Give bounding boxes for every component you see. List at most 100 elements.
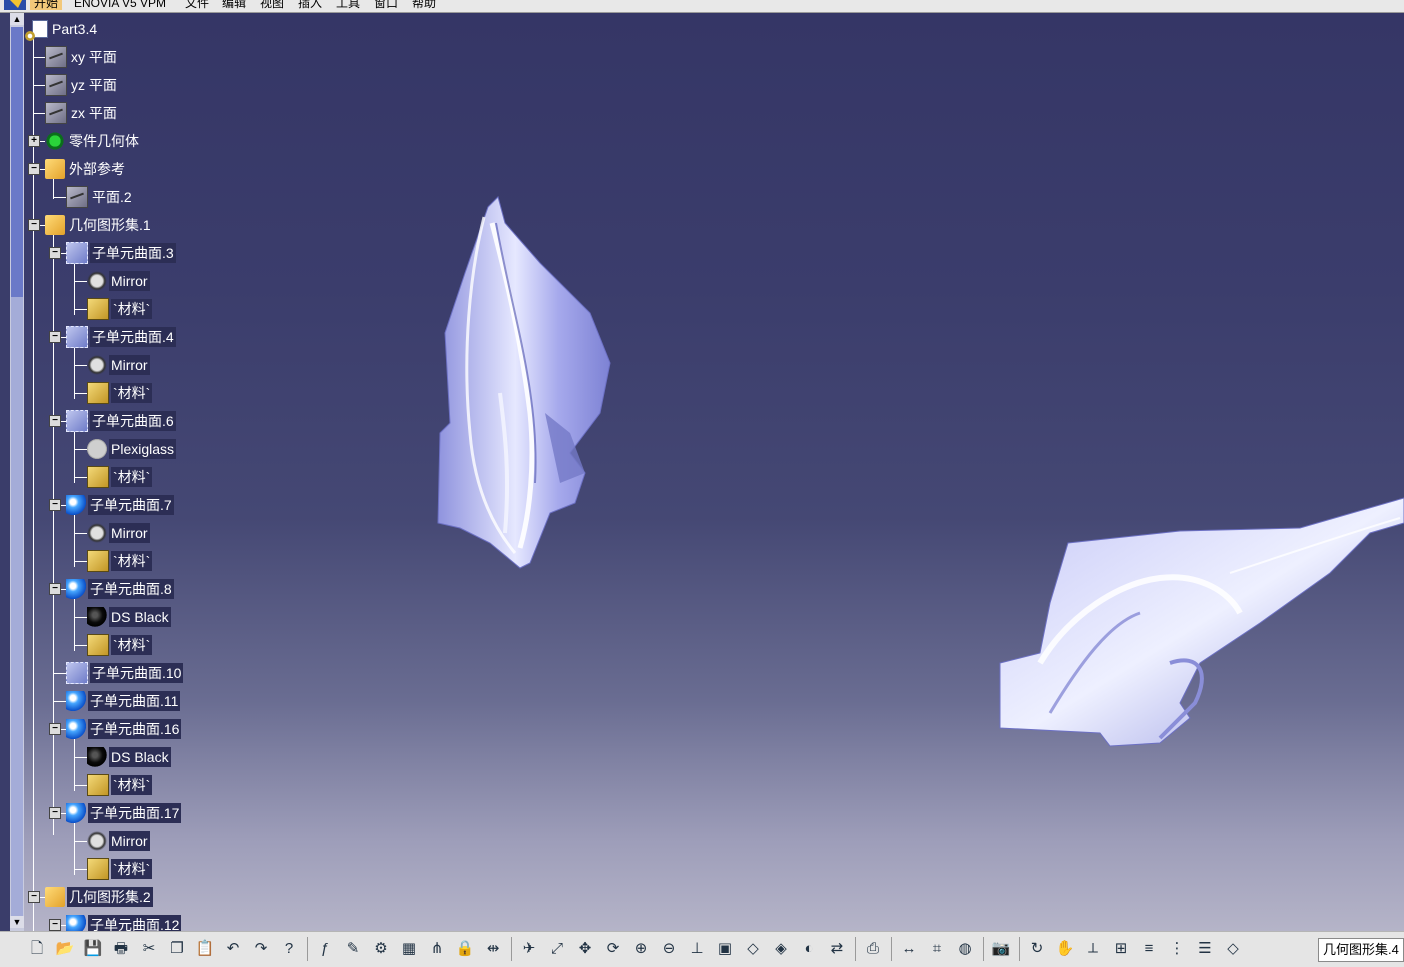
normal-view-icon[interactable]: ⊥ (686, 938, 708, 960)
lock-icon[interactable]: 🔒 (454, 938, 476, 960)
tree-node[interactable]: Mirror (87, 830, 150, 852)
pan-icon[interactable]: ✥ (574, 938, 596, 960)
swap-icon[interactable]: ⇄ (826, 938, 848, 960)
menu-file[interactable]: 文件 (185, 0, 209, 10)
tree-node[interactable]: `材料` (87, 466, 153, 488)
tree-node[interactable]: 外部参考 (45, 158, 127, 180)
tree-node[interactable]: Plexiglass (87, 438, 177, 460)
manipulate-icon[interactable]: ✋ (1054, 938, 1076, 960)
tree-node[interactable]: 子单元曲面.16 (66, 718, 182, 740)
knowledge-icon[interactable]: ⚙ (370, 938, 392, 960)
fly-icon[interactable]: ✈ (518, 938, 540, 960)
tree-node[interactable]: Mirror (87, 354, 150, 376)
menu-view[interactable]: 视图 (260, 0, 284, 10)
tree-node[interactable]: `材料` (87, 774, 153, 796)
analysis-icon[interactable]: ⌗ (926, 938, 948, 960)
tree-node[interactable]: 子单元曲面.4 (66, 326, 176, 348)
print-icon[interactable]: 🖶 (110, 938, 132, 960)
menu-tools[interactable]: 工具 (336, 0, 360, 10)
tree-node[interactable]: `材料` (87, 382, 153, 404)
tree-node[interactable]: 子单元曲面.6 (66, 410, 176, 432)
hide-show-icon[interactable]: ◐ (798, 938, 820, 960)
tree-root-part[interactable]: Part3.4 (25, 18, 99, 41)
zoom-in-icon[interactable]: ⊕ (630, 938, 652, 960)
tree-node[interactable]: 子单元曲面.11 (66, 690, 181, 712)
tree-node[interactable]: 平面.2 (66, 186, 134, 208)
tree-node[interactable]: `材料` (87, 634, 153, 656)
menu-edit[interactable]: 编辑 (222, 0, 246, 10)
tree-node[interactable]: DS Black (87, 606, 171, 628)
material-apply-icon[interactable]: ◍ (954, 938, 976, 960)
tree-node[interactable]: 子单元曲面.3 (66, 242, 176, 264)
menu-help[interactable]: 帮助 (412, 0, 436, 10)
whats-this-icon[interactable]: ? (278, 938, 300, 960)
tree-node[interactable]: Mirror (87, 522, 150, 544)
tree-node[interactable]: 子单元曲面.7 (66, 494, 174, 516)
grid-icon[interactable]: ⊞ (1110, 938, 1132, 960)
camera-icon[interactable]: 📷 (990, 938, 1012, 960)
collapse-node-icon[interactable]: − (28, 163, 40, 175)
surface-object-left[interactable] (437, 196, 611, 569)
undo-icon[interactable]: ↶ (222, 938, 244, 960)
iso-view-icon[interactable]: ◇ (742, 938, 764, 960)
table-icon[interactable]: ▦ (398, 938, 420, 960)
tree-node[interactable]: 几何图形集.1 (45, 214, 153, 236)
axis-icon[interactable]: ⟂ (1082, 938, 1104, 960)
tree-icon[interactable]: ⋮ (1166, 938, 1188, 960)
redo-icon[interactable]: ↷ (250, 938, 272, 960)
tree-node[interactable]: `材料` (87, 298, 153, 320)
collapse-node-icon[interactable]: − (49, 583, 61, 595)
collapse-node-icon[interactable]: − (49, 919, 61, 931)
tree-node[interactable]: 子单元曲面.8 (66, 578, 174, 600)
menu-window[interactable]: 窗口 (374, 0, 398, 10)
fit-all-icon[interactable]: ⤢ (546, 938, 568, 960)
collapse-node-icon[interactable]: − (28, 891, 40, 903)
tree-node[interactable]: `材料` (87, 550, 153, 572)
expand-node-icon[interactable]: + (28, 135, 40, 147)
cut-icon[interactable]: ✂ (138, 938, 160, 960)
tree-node[interactable]: zx 平面 (45, 102, 119, 124)
tree-node[interactable]: DS Black (87, 746, 171, 768)
copy-icon[interactable]: ❐ (166, 938, 188, 960)
capture-icon[interactable]: ⎙ (862, 938, 884, 960)
paste-icon[interactable]: 📋 (194, 938, 216, 960)
collapse-node-icon[interactable]: − (49, 331, 61, 343)
tree-node[interactable]: Mirror (87, 270, 150, 292)
menu-enovia[interactable]: ENOVIA V5 VPM (74, 0, 166, 10)
collapse-node-icon[interactable]: − (49, 723, 61, 735)
layer-icon[interactable]: ≡ (1138, 938, 1160, 960)
tree-node[interactable]: yz 平面 (45, 74, 119, 96)
collapse-node-icon[interactable]: − (49, 247, 61, 259)
refresh-icon[interactable]: ↻ (1026, 938, 1048, 960)
collapse-node-icon[interactable]: − (28, 219, 40, 231)
tree-node[interactable]: `材料` (87, 858, 153, 880)
collapse-node-icon[interactable]: − (49, 807, 61, 819)
comment-icon[interactable]: ✎ (342, 938, 364, 960)
catia-app-icon[interactable] (4, 0, 26, 10)
new-icon[interactable]: 🗋 (26, 938, 48, 960)
list-icon[interactable]: ☰ (1194, 938, 1216, 960)
graph-icon[interactable]: ⋔ (426, 938, 448, 960)
collapse-node-icon[interactable]: − (49, 415, 61, 427)
tree-node[interactable]: 零件几何体 (45, 130, 141, 152)
collapse-node-icon[interactable]: − (49, 499, 61, 511)
geometry-set-icon[interactable]: ◇ (1222, 938, 1244, 960)
shading-icon[interactable]: ◈ (770, 938, 792, 960)
current-geometrical-set-field[interactable]: 几何图形集.4 (1318, 938, 1404, 962)
split-icon[interactable]: ⇹ (482, 938, 504, 960)
tree-node[interactable]: 子单元曲面.17 (66, 802, 182, 824)
menu-insert[interactable]: 插入 (298, 0, 322, 10)
tree-node[interactable]: xy 平面 (45, 46, 119, 68)
measure-icon[interactable]: ↔ (898, 938, 920, 960)
zoom-out-icon[interactable]: ⊖ (658, 938, 680, 960)
plexiglass-material-icon (87, 439, 107, 459)
formula-icon[interactable]: ƒ (314, 938, 336, 960)
tree-node[interactable]: 几何图形集.2 (45, 886, 153, 908)
surface-object-right[interactable] (999, 497, 1404, 747)
menu-start[interactable]: 开始 (30, 0, 63, 10)
rotate-icon[interactable]: ⟳ (602, 938, 624, 960)
open-icon[interactable]: 📂 (54, 938, 76, 960)
save-icon[interactable]: 💾 (82, 938, 104, 960)
multi-view-icon[interactable]: ▣ (714, 938, 736, 960)
tree-node[interactable]: 子单元曲面.10 (66, 662, 184, 684)
